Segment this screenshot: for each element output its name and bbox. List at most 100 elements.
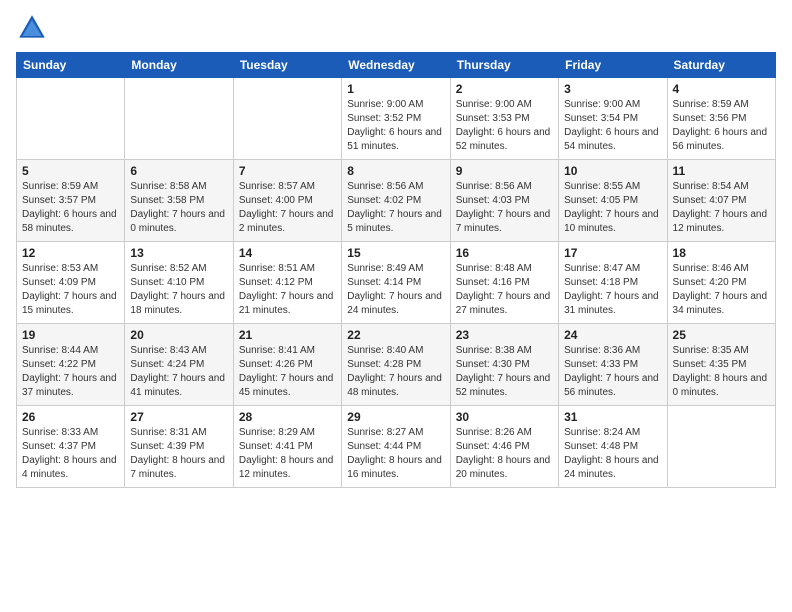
day-info: Sunrise: 8:59 AM Sunset: 3:56 PM Dayligh… — [673, 98, 770, 154]
calendar-cell — [667, 406, 775, 488]
calendar-cell: 11 Sunrise: 8:54 AM Sunset: 4:07 PM Dayli… — [667, 160, 775, 242]
day-number: 20 — [130, 328, 227, 342]
calendar-cell: 29 Sunrise: 8:27 AM Sunset: 4:44 PM Dayli… — [342, 406, 450, 488]
day-info: Sunrise: 8:38 AM Sunset: 4:30 PM Dayligh… — [456, 344, 553, 400]
day-number: 2 — [456, 82, 553, 96]
day-info: Sunrise: 8:48 AM Sunset: 4:16 PM Dayligh… — [456, 262, 553, 318]
day-number: 18 — [673, 246, 770, 260]
calendar-cell: 4 Sunrise: 8:59 AM Sunset: 3:56 PM Daylig… — [667, 78, 775, 160]
page-container: SundayMondayTuesdayWednesdayThursdayFrid… — [0, 0, 792, 496]
day-number: 1 — [347, 82, 444, 96]
day-number: 6 — [130, 164, 227, 178]
calendar-cell: 8 Sunrise: 8:56 AM Sunset: 4:02 PM Daylig… — [342, 160, 450, 242]
day-info: Sunrise: 8:31 AM Sunset: 4:39 PM Dayligh… — [130, 426, 227, 482]
day-info: Sunrise: 8:40 AM Sunset: 4:28 PM Dayligh… — [347, 344, 444, 400]
calendar-cell: 14Sunrise: 8:51 AM Sunset: 4:12 PM Dayli… — [233, 242, 341, 324]
day-info: Sunrise: 8:52 AM Sunset: 4:10 PM Dayligh… — [130, 262, 227, 318]
day-info: Sunrise: 8:35 AM Sunset: 4:35 PM Dayligh… — [673, 344, 770, 400]
weekday-header: Sunday — [17, 53, 125, 78]
calendar-cell: 28Sunrise: 8:29 AM Sunset: 4:41 PM Dayli… — [233, 406, 341, 488]
day-number: 25 — [673, 328, 770, 342]
day-number: 4 — [673, 82, 770, 96]
day-number: 9 — [456, 164, 553, 178]
day-info: Sunrise: 9:00 AM Sunset: 3:52 PM Dayligh… — [347, 98, 444, 154]
calendar-cell: 21Sunrise: 8:41 AM Sunset: 4:26 PM Dayli… — [233, 324, 341, 406]
day-info: Sunrise: 8:44 AM Sunset: 4:22 PM Dayligh… — [22, 344, 119, 400]
day-info: Sunrise: 8:24 AM Sunset: 4:48 PM Dayligh… — [564, 426, 661, 482]
day-info: Sunrise: 8:56 AM Sunset: 4:03 PM Dayligh… — [456, 180, 553, 236]
day-number: 27 — [130, 410, 227, 424]
day-number: 8 — [347, 164, 444, 178]
day-info: Sunrise: 9:00 AM Sunset: 3:53 PM Dayligh… — [456, 98, 553, 154]
day-info: Sunrise: 8:41 AM Sunset: 4:26 PM Dayligh… — [239, 344, 336, 400]
day-info: Sunrise: 9:00 AM Sunset: 3:54 PM Dayligh… — [564, 98, 661, 154]
calendar-week-row: 1 Sunrise: 9:00 AM Sunset: 3:52 PM Daylig… — [17, 78, 776, 160]
day-number: 11 — [673, 164, 770, 178]
logo-icon — [16, 12, 48, 44]
day-info: Sunrise: 8:54 AM Sunset: 4:07 PM Dayligh… — [673, 180, 770, 236]
day-number: 17 — [564, 246, 661, 260]
calendar-cell — [233, 78, 341, 160]
calendar-week-row: 12 Sunrise: 8:53 AM Sunset: 4:09 PM Dayli… — [17, 242, 776, 324]
calendar-cell: 26 Sunrise: 8:33 AM Sunset: 4:37 PM Dayli… — [17, 406, 125, 488]
calendar-cell: 20 Sunrise: 8:43 AM Sunset: 4:24 PM Dayli… — [125, 324, 233, 406]
day-info: Sunrise: 8:58 AM Sunset: 3:58 PM Dayligh… — [130, 180, 227, 236]
calendar-cell: 3 Sunrise: 9:00 AM Sunset: 3:54 PM Daylig… — [559, 78, 667, 160]
day-number: 13 — [130, 246, 227, 260]
day-info: Sunrise: 8:56 AM Sunset: 4:02 PM Dayligh… — [347, 180, 444, 236]
calendar-cell: 18Sunrise: 8:46 AM Sunset: 4:20 PM Dayli… — [667, 242, 775, 324]
day-info: Sunrise: 8:51 AM Sunset: 4:12 PM Dayligh… — [239, 262, 336, 318]
calendar-cell: 22 Sunrise: 8:40 AM Sunset: 4:28 PM Dayli… — [342, 324, 450, 406]
day-info: Sunrise: 8:47 AM Sunset: 4:18 PM Dayligh… — [564, 262, 661, 318]
logo — [16, 12, 54, 44]
calendar-cell: 16 Sunrise: 8:48 AM Sunset: 4:16 PM Dayli… — [450, 242, 558, 324]
calendar-cell: 25 Sunrise: 8:35 AM Sunset: 4:35 PM Dayli… — [667, 324, 775, 406]
day-info: Sunrise: 8:33 AM Sunset: 4:37 PM Dayligh… — [22, 426, 119, 482]
day-number: 22 — [347, 328, 444, 342]
day-info: Sunrise: 8:53 AM Sunset: 4:09 PM Dayligh… — [22, 262, 119, 318]
day-info: Sunrise: 8:59 AM Sunset: 3:57 PM Dayligh… — [22, 180, 119, 236]
calendar-week-row: 19 Sunrise: 8:44 AM Sunset: 4:22 PM Dayli… — [17, 324, 776, 406]
calendar-cell — [125, 78, 233, 160]
calendar-cell — [17, 78, 125, 160]
day-number: 29 — [347, 410, 444, 424]
day-info: Sunrise: 8:43 AM Sunset: 4:24 PM Dayligh… — [130, 344, 227, 400]
day-number: 15 — [347, 246, 444, 260]
calendar-week-row: 26 Sunrise: 8:33 AM Sunset: 4:37 PM Dayli… — [17, 406, 776, 488]
calendar-cell: 12 Sunrise: 8:53 AM Sunset: 4:09 PM Dayli… — [17, 242, 125, 324]
day-number: 16 — [456, 246, 553, 260]
day-info: Sunrise: 8:55 AM Sunset: 4:05 PM Dayligh… — [564, 180, 661, 236]
day-number: 10 — [564, 164, 661, 178]
day-info: Sunrise: 8:27 AM Sunset: 4:44 PM Dayligh… — [347, 426, 444, 482]
weekday-header-row: SundayMondayTuesdayWednesdayThursdayFrid… — [17, 53, 776, 78]
weekday-header: Monday — [125, 53, 233, 78]
day-number: 31 — [564, 410, 661, 424]
calendar-cell: 7 Sunrise: 8:57 AM Sunset: 4:00 PM Daylig… — [233, 160, 341, 242]
day-number: 5 — [22, 164, 119, 178]
calendar-cell: 24Sunrise: 8:36 AM Sunset: 4:33 PM Dayli… — [559, 324, 667, 406]
day-number: 12 — [22, 246, 119, 260]
calendar-cell: 30Sunrise: 8:26 AM Sunset: 4:46 PM Dayli… — [450, 406, 558, 488]
day-number: 3 — [564, 82, 661, 96]
day-info: Sunrise: 8:29 AM Sunset: 4:41 PM Dayligh… — [239, 426, 336, 482]
day-info: Sunrise: 8:26 AM Sunset: 4:46 PM Dayligh… — [456, 426, 553, 482]
day-info: Sunrise: 8:49 AM Sunset: 4:14 PM Dayligh… — [347, 262, 444, 318]
weekday-header: Friday — [559, 53, 667, 78]
calendar-cell: 31 Sunrise: 8:24 AM Sunset: 4:48 PM Dayli… — [559, 406, 667, 488]
calendar-cell: 23Sunrise: 8:38 AM Sunset: 4:30 PM Dayli… — [450, 324, 558, 406]
calendar-cell: 13 Sunrise: 8:52 AM Sunset: 4:10 PM Dayli… — [125, 242, 233, 324]
day-info: Sunrise: 8:36 AM Sunset: 4:33 PM Dayligh… — [564, 344, 661, 400]
calendar-cell: 27 Sunrise: 8:31 AM Sunset: 4:39 PM Dayli… — [125, 406, 233, 488]
calendar-cell: 19 Sunrise: 8:44 AM Sunset: 4:22 PM Dayli… — [17, 324, 125, 406]
day-number: 7 — [239, 164, 336, 178]
day-number: 19 — [22, 328, 119, 342]
day-number: 26 — [22, 410, 119, 424]
calendar-cell: 17 Sunrise: 8:47 AM Sunset: 4:18 PM Dayli… — [559, 242, 667, 324]
calendar-cell: 10 Sunrise: 8:55 AM Sunset: 4:05 PM Dayli… — [559, 160, 667, 242]
weekday-header: Tuesday — [233, 53, 341, 78]
calendar-week-row: 5 Sunrise: 8:59 AM Sunset: 3:57 PM Daylig… — [17, 160, 776, 242]
weekday-header: Saturday — [667, 53, 775, 78]
calendar-cell: 1 Sunrise: 9:00 AM Sunset: 3:52 PM Daylig… — [342, 78, 450, 160]
calendar-cell: 5 Sunrise: 8:59 AM Sunset: 3:57 PM Daylig… — [17, 160, 125, 242]
day-info: Sunrise: 8:57 AM Sunset: 4:00 PM Dayligh… — [239, 180, 336, 236]
